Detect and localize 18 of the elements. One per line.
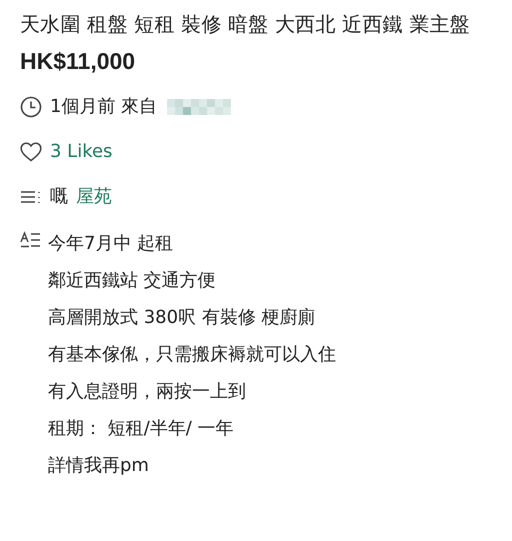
- category-link[interactable]: 屋苑: [76, 184, 112, 208]
- heart-icon[interactable]: [20, 142, 42, 162]
- description-line: 有入息證明，兩按一上到: [48, 380, 247, 404]
- description-line: 鄰近西鐵站 交通方便: [48, 269, 217, 293]
- description-line: 詳情我再pm: [48, 454, 150, 478]
- description-icon: [20, 231, 42, 249]
- category-prefix: 嘅: [50, 184, 68, 208]
- description-line: 今年7月中 起租: [48, 232, 174, 256]
- description-line: 租期： 短租/半年/ 一年: [48, 417, 235, 441]
- posted-time: 1個月前 來自: [50, 94, 158, 118]
- description-line: 高層開放式 380呎 有裝修 梗廚廁: [48, 306, 317, 330]
- price: HK$11,000: [20, 47, 136, 76]
- description-line: 有基本傢俬，只需搬床褥就可以入住: [48, 343, 336, 367]
- clock-icon: [20, 96, 42, 118]
- listing-title: 天水圍 租盤 短租 裝修 暗盤 大西北 近西鐵 業主盤: [20, 11, 471, 38]
- redacted-name: [167, 98, 232, 114]
- list-icon: [20, 190, 42, 204]
- likes-link[interactable]: 3 Likes: [50, 140, 112, 164]
